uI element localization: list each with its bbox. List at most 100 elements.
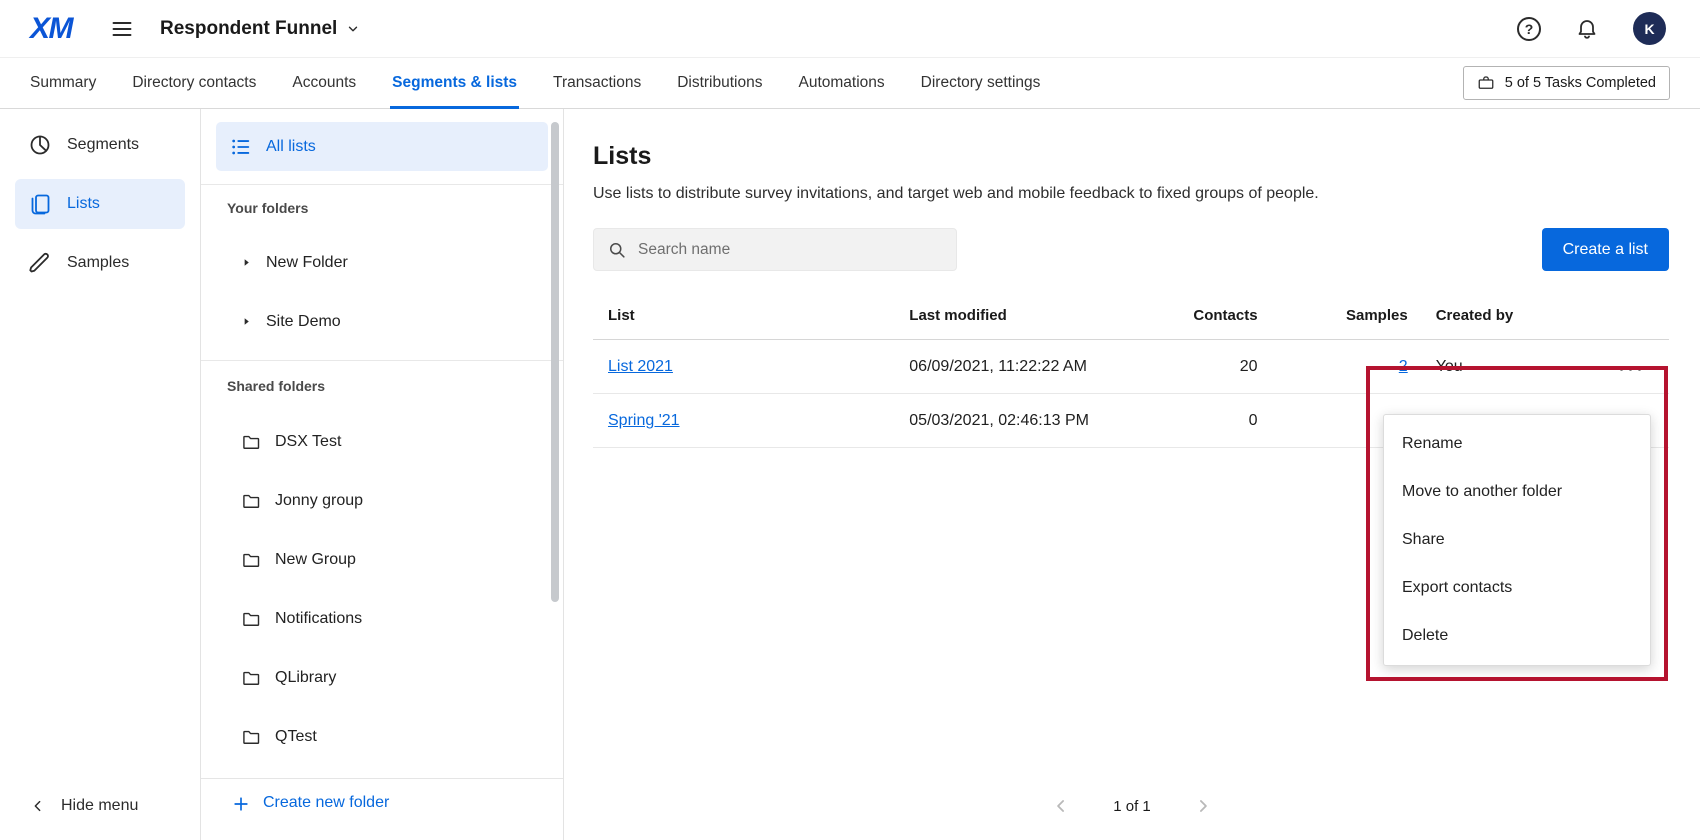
- app-title: Respondent Funnel: [160, 18, 337, 40]
- folder-label: New Folder: [266, 254, 348, 272]
- menu-item-share[interactable]: Share: [1384, 516, 1650, 564]
- avatar-initial: K: [1633, 12, 1666, 45]
- table-row: List 2021 06/09/2021, 11:22:22 AM 20 2 Y…: [593, 340, 1669, 394]
- next-page-button[interactable]: [1189, 792, 1217, 820]
- menu-item-export-contacts[interactable]: Export contacts: [1384, 564, 1650, 612]
- help-button[interactable]: ?: [1513, 13, 1545, 45]
- folder-item-site-demo[interactable]: Site Demo: [201, 292, 563, 351]
- list-link[interactable]: Spring '21: [608, 412, 680, 429]
- folder-label: Site Demo: [266, 313, 341, 331]
- folder-icon: [241, 727, 261, 747]
- table-header-row: List Last modified Contacts Samples Crea…: [593, 307, 1669, 340]
- list-controls: Create a list: [593, 228, 1669, 271]
- folder-item-jonny-group[interactable]: Jonny group: [201, 471, 563, 530]
- rail-item-label: Segments: [67, 136, 139, 154]
- tab-segments-and-lists[interactable]: Segments & lists: [392, 58, 517, 108]
- all-lists-label: All lists: [266, 138, 316, 156]
- hide-menu-label: Hide menu: [61, 797, 138, 815]
- folder-label: QTest: [275, 728, 317, 746]
- column-header-samples: Samples: [1258, 307, 1408, 340]
- rail-item-label: Samples: [67, 254, 129, 272]
- row-context-menu: Rename Move to another folder Share Expo…: [1383, 414, 1651, 666]
- folder-item-new-group[interactable]: New Group: [201, 530, 563, 589]
- last-modified-value: 06/09/2021, 11:22:22 AM: [909, 340, 1126, 394]
- contacts-value: 0: [1126, 394, 1257, 448]
- folder-icon: [241, 491, 261, 511]
- folder-icon: [241, 550, 261, 570]
- app-title-dropdown[interactable]: Respondent Funnel: [160, 18, 360, 40]
- topbar-actions: ? K: [1513, 8, 1670, 49]
- menu-item-delete[interactable]: Delete: [1384, 612, 1650, 660]
- help-icon: ?: [1517, 17, 1541, 41]
- chevron-right-icon: [1193, 796, 1213, 816]
- page-description: Use lists to distribute survey invitatio…: [593, 185, 1669, 203]
- all-lists-item[interactable]: All lists: [216, 122, 548, 171]
- row-actions-button[interactable]: [1619, 359, 1642, 374]
- lists-icon: [28, 192, 52, 216]
- bell-icon: [1575, 17, 1599, 41]
- samples-link[interactable]: 2: [1399, 358, 1408, 375]
- create-list-button[interactable]: Create a list: [1542, 228, 1669, 271]
- hide-menu-button[interactable]: Hide menu: [30, 797, 138, 815]
- folder-item-qlibrary[interactable]: QLibrary: [201, 648, 563, 707]
- tab-directory-contacts[interactable]: Directory contacts: [132, 58, 256, 108]
- avatar[interactable]: K: [1629, 8, 1670, 49]
- chevron-left-icon: [1051, 796, 1071, 816]
- tab-automations[interactable]: Automations: [798, 58, 884, 108]
- menu-item-move-to-another-folder[interactable]: Move to another folder: [1384, 468, 1650, 516]
- plus-icon: [231, 794, 251, 814]
- menu-item-rename[interactable]: Rename: [1384, 420, 1650, 468]
- search-icon: [607, 240, 627, 260]
- rail-item-label: Lists: [67, 195, 100, 213]
- hamburger-menu-icon[interactable]: [106, 13, 138, 45]
- folders-panel: All lists Your folders New Folder Site D…: [201, 109, 564, 840]
- page-indicator: 1 of 1: [1113, 798, 1151, 815]
- previous-page-button[interactable]: [1047, 792, 1075, 820]
- search-input[interactable]: [638, 241, 943, 259]
- notifications-button[interactable]: [1571, 13, 1603, 45]
- left-rail: Segments Lists Samples Hide menu: [0, 109, 201, 840]
- expand-triangle-icon[interactable]: [241, 257, 252, 268]
- tab-accounts[interactable]: Accounts: [292, 58, 356, 108]
- directory-tabs: Summary Directory contacts Accounts Segm…: [0, 58, 1700, 109]
- column-header-list: List: [593, 307, 909, 340]
- column-header-actions: [1582, 307, 1669, 340]
- chevron-down-icon: [346, 22, 360, 36]
- folder-item-dsx-test[interactable]: DSX Test: [201, 412, 563, 471]
- tasks-completed-badge[interactable]: 5 of 5 Tasks Completed: [1463, 66, 1670, 100]
- folders-scrollbar[interactable]: [551, 122, 559, 602]
- folder-icon: [241, 432, 261, 452]
- xm-logo[interactable]: XM: [30, 12, 72, 46]
- tasks-completed-label: 5 of 5 Tasks Completed: [1505, 75, 1656, 91]
- tab-transactions[interactable]: Transactions: [553, 58, 641, 108]
- create-new-folder-button[interactable]: Create new folder: [201, 778, 563, 840]
- folder-item-new-folder[interactable]: New Folder: [201, 233, 563, 292]
- folder-label: Jonny group: [275, 492, 363, 510]
- column-header-created-by: Created by: [1408, 307, 1582, 340]
- folder-label: QLibrary: [275, 669, 336, 687]
- created-by-value: You: [1408, 340, 1582, 394]
- folder-icon: [241, 609, 261, 629]
- search-box[interactable]: [593, 228, 957, 271]
- top-bar: XM Respondent Funnel ? K: [0, 0, 1700, 58]
- folder-item-qtest[interactable]: QTest: [201, 707, 563, 766]
- page-title: Lists: [593, 142, 1669, 171]
- rail-item-samples[interactable]: Samples: [15, 238, 185, 288]
- rail-item-segments[interactable]: Segments: [15, 120, 185, 170]
- folder-icon: [241, 668, 261, 688]
- last-modified-value: 05/03/2021, 02:46:13 PM: [909, 394, 1126, 448]
- tab-directory-settings[interactable]: Directory settings: [921, 58, 1041, 108]
- folder-label: DSX Test: [275, 433, 341, 451]
- tab-distributions[interactable]: Distributions: [677, 58, 762, 108]
- rail-item-lists[interactable]: Lists: [15, 179, 185, 229]
- pagination: 1 of 1: [564, 792, 1700, 820]
- samples-icon: [28, 251, 52, 275]
- tab-summary[interactable]: Summary: [30, 58, 96, 108]
- expand-triangle-icon[interactable]: [241, 316, 252, 327]
- shared-folders-heading: Shared folders: [201, 361, 563, 412]
- folder-item-notifications[interactable]: Notifications: [201, 589, 563, 648]
- list-link[interactable]: List 2021: [608, 358, 673, 375]
- column-header-last-modified: Last modified: [909, 307, 1126, 340]
- create-new-folder-label: Create new folder: [263, 794, 389, 812]
- your-folders-heading: Your folders: [201, 185, 563, 233]
